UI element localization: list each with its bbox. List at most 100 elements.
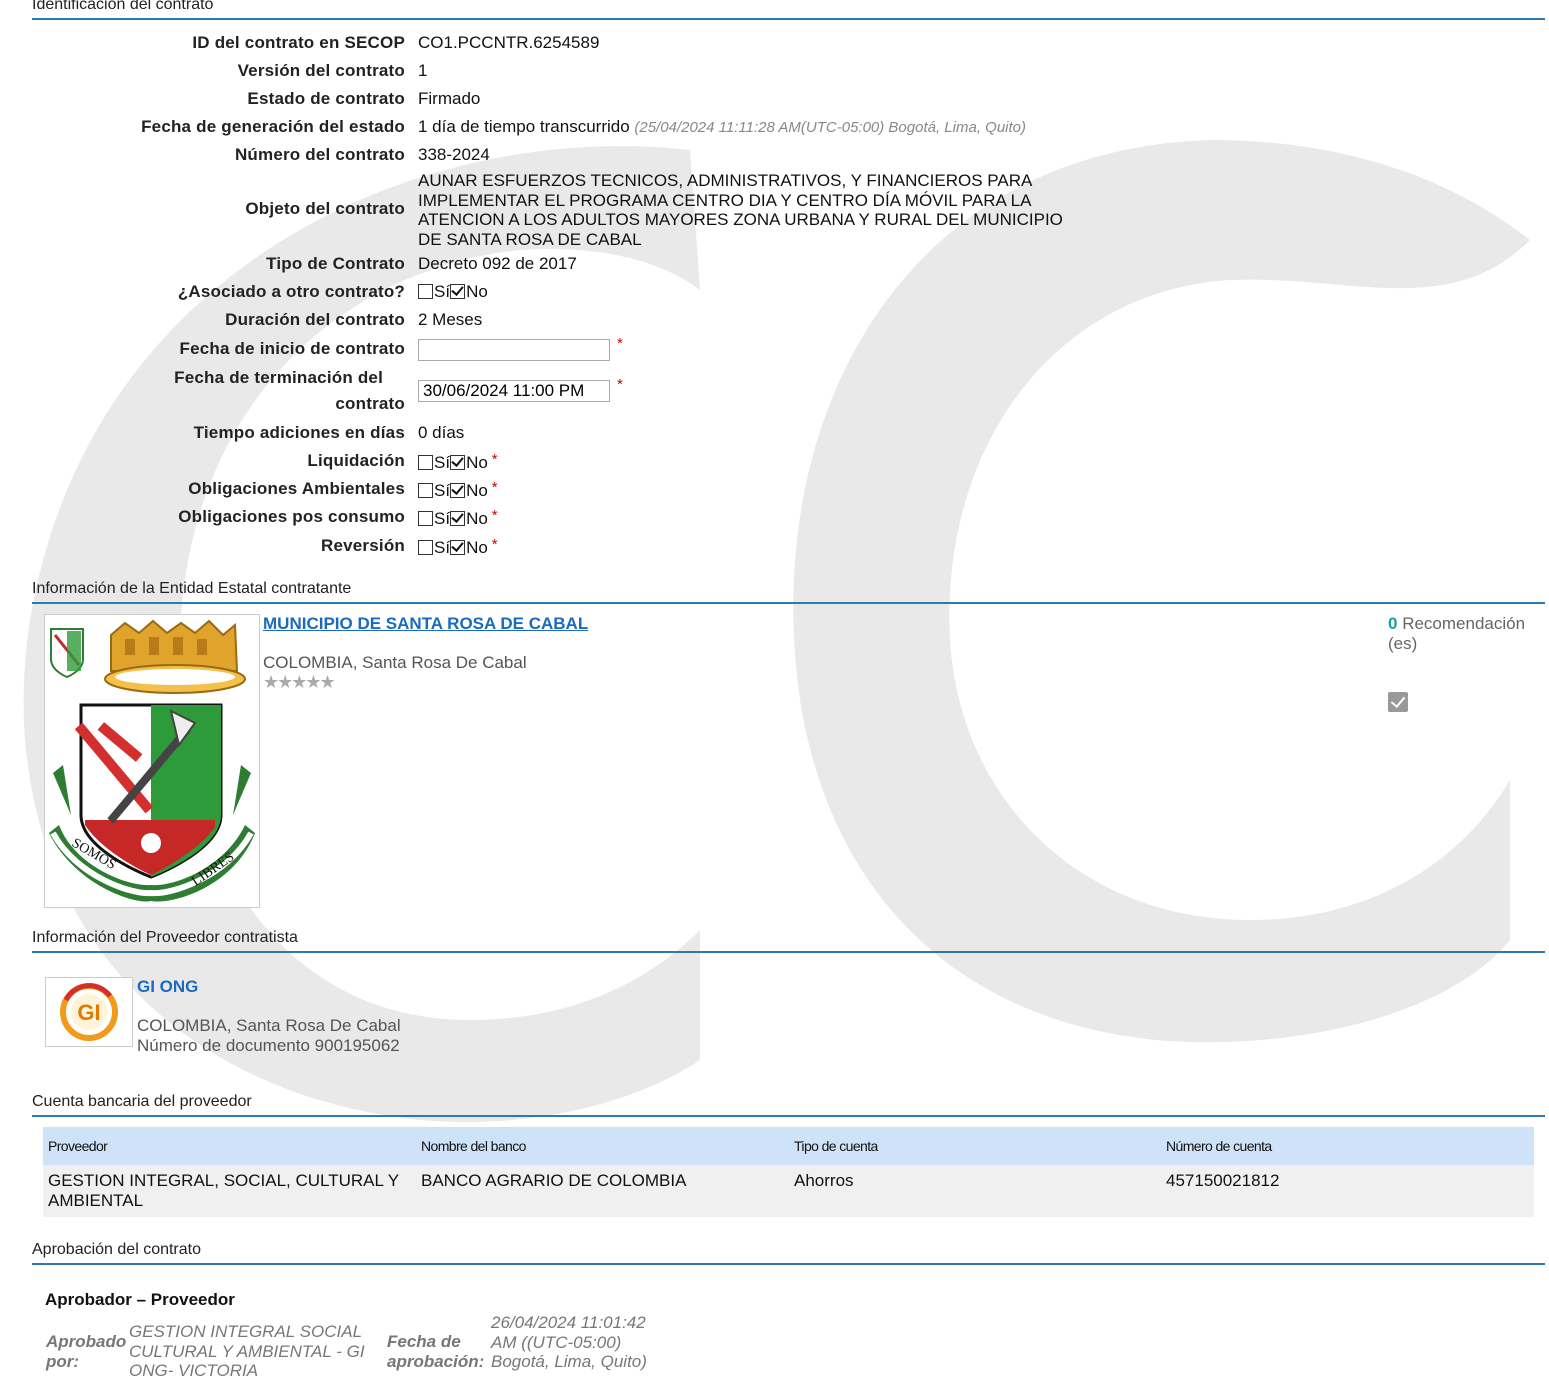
cell-banco: BANCO AGRARIO DE COLOMBIA [416,1165,789,1217]
section-title: Identificación del contrato [32,0,214,13]
id-label: ID del contrato en SECOP [192,33,405,52]
section-title: Información del Proveedor contratista [32,929,298,946]
liquidacion-label: Liquidación [307,451,405,470]
section-header-cuenta: Cuenta bancaria del proveedor [32,1094,1545,1117]
fecha-generacion-text: 1 día de tiempo transcurrido [418,117,630,136]
posconsumo-no-checkbox[interactable] [450,511,466,526]
fecha-aprobacion-value: 26/04/2024 11:01:42 AM ((UTC-05:00) Bogo… [491,1313,647,1371]
asociado-no-checkbox[interactable] [450,284,466,299]
no-label: No [466,282,488,301]
duracion-value: 2 Meses [418,310,483,329]
adiciones-value: 0 días [418,423,465,442]
fecha-generacion-value: 1 día de tiempo transcurrido (25/04/2024… [418,117,1026,137]
entity-coat-of-arms-logo: SOMOS LIBRES [44,614,260,908]
reversion-si-checkbox[interactable] [418,540,433,555]
reversion-label: Reversión [320,536,405,555]
recommendations: 0 Recomendación (es) [1388,614,1538,654]
si-label: Sí [434,481,451,500]
entity-location: COLOMBIA, Santa Rosa De Cabal [263,653,527,672]
ambientales-label: Obligaciones Ambientales [188,479,405,498]
bank-account-table: Proveedor Nombre del banco Tipo de cuent… [43,1127,1534,1217]
fecha-inicio-input[interactable] [418,339,610,361]
estado-value: Firmado [418,89,481,108]
required-marker: * [617,376,623,393]
provider-document: Número de documento 900195062 [137,1036,400,1055]
recommend-check-icon[interactable] [1388,692,1408,712]
duracion-label: Duración del contrato [225,310,405,329]
fecha-generacion-label: Fecha de generación del estado [141,117,405,136]
section-title: Cuenta bancaria del proveedor [32,1093,252,1110]
posconsumo-options: Sí No * [418,507,498,529]
cell-proveedor: GESTION INTEGRAL, SOCIAL, CULTURAL Y AMB… [43,1165,416,1217]
version-label: Versión del contrato [237,61,405,80]
section-title: Información de la Entidad Estatal contra… [32,580,352,597]
required-marker: * [617,335,623,352]
si-label: Sí [434,509,451,528]
adiciones-label: Tiempo adiciones en días [193,423,405,442]
recommendation-label: Recomendación (es) [1388,614,1526,653]
posconsumo-label: Obligaciones pos consumo [178,507,405,526]
numero-value: 338-2024 [418,145,490,164]
objeto-value: AUNAR ESFUERZOS TECNICOS, ADMINISTRATIVO… [418,171,1063,249]
section-title: Aprobación del contrato [32,1241,201,1258]
no-label: No [466,538,488,557]
provider-details: COLOMBIA, Santa Rosa De Cabal Número de … [137,1016,401,1056]
table-row: GESTION INTEGRAL, SOCIAL, CULTURAL Y AMB… [43,1165,1534,1217]
coat-of-arms-icon: SOMOS LIBRES [49,619,255,902]
provider-logo: GI [45,977,133,1047]
column-header-proveedor: Proveedor [43,1127,416,1165]
cell-numero: 457150021812 [1161,1165,1534,1217]
version-value: 1 [418,61,428,80]
tipo-value: Decreto 092 de 2017 [418,254,577,273]
provider-name-link[interactable]: GI ONG [137,977,198,997]
inicio-label: Fecha de inicio de contrato [179,339,405,358]
id-value: CO1.PCCNTR.6254589 [418,33,600,52]
numero-label: Número del contrato [234,145,405,164]
estado-label: Estado de contrato [247,89,405,108]
reversion-no-checkbox[interactable] [450,540,466,555]
si-label: Sí [434,453,451,472]
gi-logo-text: GI [77,1000,100,1025]
reversion-options: Sí No * [418,536,498,558]
no-label: No [466,509,488,528]
column-header-banco: Nombre del banco [416,1127,789,1165]
fecha-aprobacion-label: Fecha de aprobación: [387,1332,485,1371]
asociado-label: ¿Asociado a otro contrato? [177,282,405,301]
objeto-label: Objeto del contrato [245,199,405,218]
liquidacion-no-checkbox[interactable] [450,455,466,470]
no-label: No [466,453,488,472]
aprobado-por-label: Aprobado por: [46,1332,127,1371]
section-header-proveedor: Información del Proveedor contratista [32,930,1545,953]
ambientales-si-checkbox[interactable] [418,483,433,498]
required-marker: * [491,507,498,524]
terminacion-label-2: contrato [335,394,405,413]
si-label: Sí [434,282,451,301]
gi-logo-icon: GI [60,983,118,1041]
rating-stars-icon: ★★★★★ [263,672,336,692]
asociado-options: Sí No [418,282,488,302]
column-header-numero: Número de cuenta [1161,1127,1534,1165]
ambientales-no-checkbox[interactable] [450,483,466,498]
no-label: No [466,481,488,500]
posconsumo-si-checkbox[interactable] [418,511,433,526]
section-header-aprobacion: Aprobación del contrato [32,1242,1545,1265]
tipo-label: Tipo de Contrato [266,254,405,273]
si-label: Sí [434,538,451,557]
fecha-generacion-note: (25/04/2024 11:11:28 AM(UTC-05:00) Bogot… [634,119,1027,136]
required-marker: * [491,536,498,553]
aprobado-por-value: GESTION INTEGRAL SOCIAL CULTURAL Y AMBIE… [129,1322,365,1380]
cell-tipo: Ahorros [789,1165,1161,1217]
column-header-tipo: Tipo de cuenta [789,1127,1161,1165]
terminacion-label-1: Fecha de terminación del [174,368,383,387]
section-header-entidad: Información de la Entidad Estatal contra… [32,581,1545,604]
liquidacion-options: Sí No * [418,451,498,473]
entity-name-link[interactable]: MUNICIPIO DE SANTA ROSA DE CABAL [263,614,588,634]
section-header-identificacion: Identificación del contrato [32,0,1545,20]
table-header-row: Proveedor Nombre del banco Tipo de cuent… [43,1127,1534,1165]
asociado-si-checkbox[interactable] [418,284,433,299]
required-marker: * [491,451,498,468]
provider-location: COLOMBIA, Santa Rosa De Cabal [137,1016,401,1035]
approver-title: Aprobador – Proveedor [45,1290,235,1309]
liquidacion-si-checkbox[interactable] [418,455,433,470]
fecha-terminacion-input[interactable] [418,380,610,402]
